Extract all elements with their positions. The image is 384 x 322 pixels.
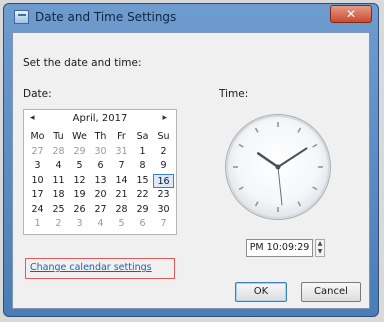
calendar-weekday: Su [157,131,170,142]
calendar-day[interactable]: 31 [111,145,132,160]
calendar-day[interactable]: 19 [69,188,90,203]
time-input[interactable]: PM 10:09:29 [246,239,313,257]
calendar-day[interactable]: 21 [111,188,132,203]
calendar-day[interactable]: 3 [27,159,48,174]
calendar-grid: Mo Tu We Th Fr Sa Su 27 28 29 30 31 1 2 3 4 5 6 7 8 9 10 11 12 1… [27,130,174,232]
calendar-weekday-row: Mo Tu We Th Fr Sa Su [27,130,174,145]
clock-tick [238,186,244,191]
cancel-button[interactable]: Cancel [301,282,361,302]
minute-hand [277,147,308,168]
calendar-week-row: 17 18 19 20 21 22 23 [27,188,174,203]
calendar-day[interactable]: 20 [90,188,111,203]
calendar-day[interactable]: 8 [132,159,153,174]
clock-center [275,164,281,170]
calendar-day[interactable]: 4 [90,217,111,232]
calendar-weekday: We [72,131,87,142]
calendar-day[interactable]: 30 [153,203,174,218]
calendar-day[interactable]: 24 [27,203,48,218]
analog-clock [226,115,330,219]
date-time-app-icon [14,10,29,24]
date-time-dialog: Date and Time Settings ✕ Set the date an… [3,3,379,317]
calendar-day[interactable]: 2 [48,217,69,232]
calendar-day[interactable]: 28 [48,145,69,160]
calendar-day[interactable]: 10 [27,174,48,189]
calendar-day[interactable]: 14 [111,174,132,189]
calendar-day[interactable]: 26 [69,203,90,218]
time-spinner[interactable]: ▲ ▼ [315,239,325,257]
calendar-weekday: Mo [30,131,45,142]
calendar-day[interactable]: 23 [153,188,174,203]
calendar-day[interactable]: 29 [132,203,153,218]
clock-tick [312,186,318,191]
calendar-week-row: 10 11 12 13 14 15 16 [27,173,174,189]
calendar-day[interactable]: 12 [69,174,90,189]
calendar-day[interactable]: 17 [27,188,48,203]
second-hand [277,166,283,206]
calendar-day[interactable]: 6 [132,217,153,232]
clock-tick [312,143,318,148]
calendar-day[interactable]: 18 [48,188,69,203]
calendar-day[interactable]: 22 [132,188,153,203]
calendar-day[interactable]: 15 [132,174,153,189]
hour-hand [256,152,280,169]
clock-tick [297,127,302,133]
calendar-weekday: Tu [53,131,64,142]
calendar-weekday: Fr [117,131,126,142]
clock-face [233,122,323,212]
calendar-day[interactable]: 9 [153,159,174,174]
calendar-week-row: 1234567 [27,217,174,232]
clock-tick [254,127,259,133]
calendar-day[interactable]: 13 [90,174,111,189]
calendar-month-year[interactable]: April, 2017 [24,113,176,124]
calendar-day[interactable]: 2 [153,145,174,160]
close-button[interactable]: ✕ [330,5,372,23]
ok-button[interactable]: OK [235,282,287,302]
calendar-day[interactable]: 27 [90,203,111,218]
calendar-day[interactable]: 28 [111,203,132,218]
calendar-day[interactable]: 3 [69,217,90,232]
next-month-icon[interactable]: ▸ [162,113,167,123]
calendar-day[interactable]: 5 [111,217,132,232]
window-title: Date and Time Settings [35,10,177,24]
date-label: Date: [23,88,52,100]
calendar-day[interactable]: 1 [27,217,48,232]
calendar-day[interactable]: 25 [48,203,69,218]
calendar-day[interactable]: 11 [48,174,69,189]
calendar-day[interactable]: 5 [69,159,90,174]
dialog-heading: Set the date and time: [23,57,142,69]
calendar-week-row: 24 25 26 27 28 29 30 [27,203,174,218]
time-label: Time: [219,88,249,100]
calendar-day[interactable]: 1 [132,145,153,160]
spin-down-icon[interactable]: ▼ [316,248,324,256]
calendar: ◂ April, 2017 ▸ Mo Tu We Th Fr Sa Su 27 28 29 30 31… [23,109,177,235]
calendar-weekday: Th [94,131,107,142]
calendar-day[interactable]: 27 [27,145,48,160]
calendar-weekday: Sa [136,131,149,142]
highlight-box: Change calendar settings [25,258,175,279]
title-bar[interactable]: Date and Time Settings ✕ [4,4,378,31]
calendar-day[interactable]: 29 [69,145,90,160]
change-calendar-settings-link[interactable]: Change calendar settings [30,262,152,273]
calendar-day[interactable]: 7 [111,159,132,174]
calendar-day[interactable]: 4 [48,159,69,174]
calendar-day[interactable]: 6 [90,159,111,174]
spin-up-icon[interactable]: ▲ [316,240,324,248]
clock-tick [254,201,259,207]
clock-tick [297,201,302,207]
calendar-day[interactable]: 7 [153,217,174,232]
calendar-week-row: 3456789 [27,159,174,174]
clock-tick [238,143,244,148]
calendar-day[interactable]: 30 [90,145,111,160]
calendar-week-row: 27 28 29 30 31 1 2 [27,145,174,160]
dialog-body: Set the date and time: Date: Time: ◂ Apr… [12,32,370,309]
calendar-day-selected[interactable]: 16 [153,173,174,188]
